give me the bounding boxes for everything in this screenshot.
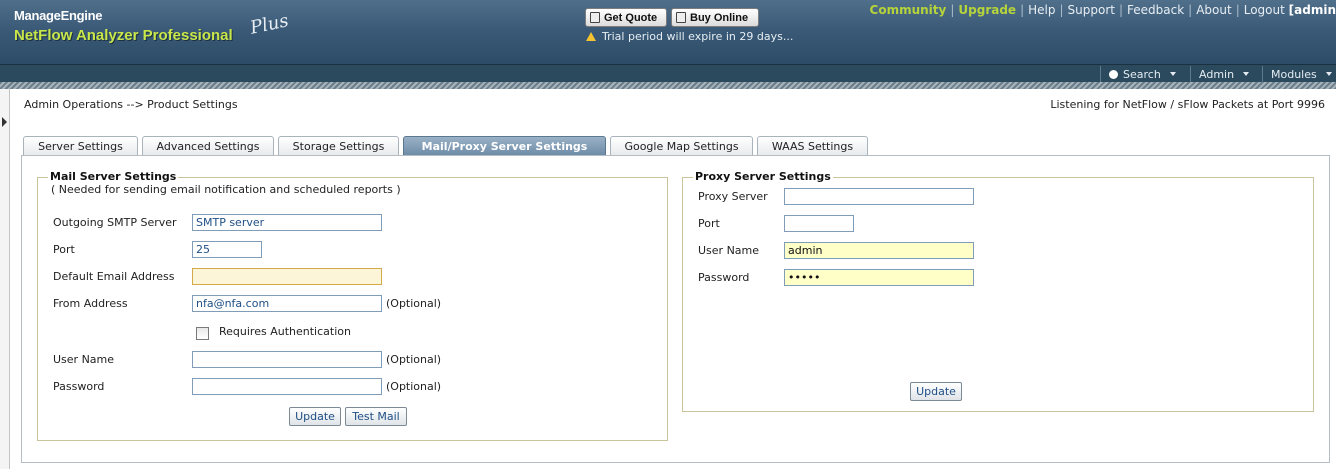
listening-status: Listening for NetFlow / sFlow Packets at… xyxy=(1050,98,1325,111)
search-menu[interactable]: Search xyxy=(1100,66,1188,82)
buy-online-label: Buy Online xyxy=(690,11,749,24)
proxy-username-label: User Name xyxy=(698,244,760,257)
requires-auth-label: Requires Authentication xyxy=(219,325,351,338)
proxy-server-fieldset xyxy=(682,177,1314,412)
test-mail-button[interactable]: Test Mail xyxy=(345,407,407,426)
smtp-server-label: Outgoing SMTP Server xyxy=(53,216,177,229)
mail-password-input[interactable] xyxy=(192,378,382,395)
proxy-port-input[interactable] xyxy=(784,215,854,232)
default-email-label: Default Email Address xyxy=(53,270,175,283)
current-user: [admin xyxy=(1288,3,1336,17)
tab-mail-proxy-settings[interactable]: Mail/Proxy Server Settings xyxy=(403,136,606,156)
tab-waas-settings[interactable]: WAAS Settings xyxy=(757,136,868,156)
proxy-server-input[interactable] xyxy=(784,188,974,205)
tab-advanced-settings[interactable]: Advanced Settings xyxy=(142,136,274,156)
proxy-username-input[interactable] xyxy=(784,242,974,259)
expand-arrow-icon xyxy=(2,117,7,127)
search-icon xyxy=(1109,69,1118,79)
nav-bar: Search Admin Modules xyxy=(0,64,1336,82)
warning-icon xyxy=(586,32,596,41)
mail-password-optional: (Optional) xyxy=(386,380,442,393)
upgrade-link[interactable]: Upgrade xyxy=(958,3,1016,17)
brand-name: ManageEngine xyxy=(14,8,103,23)
mail-password-label: Password xyxy=(53,380,105,393)
top-links: Community | Upgrade | Help | Support | Feedback |… xyxy=(869,3,1336,17)
requires-auth-checkbox[interactable] xyxy=(196,327,209,340)
mail-update-button[interactable]: Update xyxy=(289,407,341,426)
modules-menu[interactable]: Modules xyxy=(1262,66,1336,82)
about-link[interactable]: About xyxy=(1196,3,1231,17)
chevron-down-icon xyxy=(1243,72,1250,76)
proxy-server-legend: Proxy Server Settings xyxy=(693,170,833,183)
mail-port-label: Port xyxy=(53,243,75,256)
chevron-down-icon xyxy=(1169,72,1176,76)
mail-port-input[interactable] xyxy=(192,241,262,258)
support-link[interactable]: Support xyxy=(1068,3,1115,17)
admin-menu-label: Admin xyxy=(1199,67,1235,81)
get-quote-button[interactable]: Get Quote xyxy=(585,8,667,27)
default-email-input[interactable] xyxy=(192,268,382,285)
header-divider xyxy=(0,82,1336,89)
proxy-port-label: Port xyxy=(698,217,720,230)
tab-google-map-settings[interactable]: Google Map Settings xyxy=(610,136,753,156)
edition-plus: Plus xyxy=(248,10,291,39)
mail-username-optional: (Optional) xyxy=(386,353,442,366)
proxy-password-input[interactable] xyxy=(784,269,974,286)
search-menu-label: Search xyxy=(1123,67,1161,81)
tab-storage-settings[interactable]: Storage Settings xyxy=(278,136,399,156)
logout-link[interactable]: Logout xyxy=(1244,3,1285,17)
product-logo[interactable]: ManageEngine NetFlow Analyzer Profession… xyxy=(14,8,233,44)
tab-server-settings[interactable]: Server Settings xyxy=(23,136,138,156)
product-name: NetFlow Analyzer Professional xyxy=(14,27,233,44)
from-address-optional: (Optional) xyxy=(386,297,442,310)
calculator-icon xyxy=(590,12,600,23)
mail-server-note: ( Needed for sending email notification … xyxy=(51,183,401,196)
mail-username-input[interactable] xyxy=(192,351,382,368)
proxy-server-label: Proxy Server xyxy=(698,190,768,203)
trial-text: Trial period will expire in 29 days... xyxy=(602,30,794,43)
proxy-update-button[interactable]: Update xyxy=(910,382,962,401)
chevron-down-icon xyxy=(1325,72,1332,76)
mail-username-label: User Name xyxy=(53,353,115,366)
proxy-password-label: Password xyxy=(698,271,750,284)
buy-online-button[interactable]: Buy Online xyxy=(671,8,759,27)
breadcrumb: Admin Operations --> Product Settings xyxy=(24,98,238,111)
from-address-label: From Address xyxy=(53,297,128,310)
from-address-input[interactable] xyxy=(192,295,382,312)
smtp-server-input[interactable] xyxy=(192,214,382,231)
app-header: ManageEngine NetFlow Analyzer Profession… xyxy=(0,0,1336,64)
help-link[interactable]: Help xyxy=(1028,3,1055,17)
feedback-link[interactable]: Feedback xyxy=(1127,3,1184,17)
get-quote-label: Get Quote xyxy=(604,11,658,24)
trial-notice: Trial period will expire in 29 days... xyxy=(586,30,793,43)
community-link[interactable]: Community xyxy=(870,3,947,17)
modules-menu-label: Modules xyxy=(1271,67,1317,81)
admin-menu[interactable]: Admin xyxy=(1190,66,1260,82)
side-panel-toggle[interactable] xyxy=(0,89,10,469)
cart-icon xyxy=(676,12,686,23)
mail-server-legend: Mail Server Settings xyxy=(48,170,179,183)
